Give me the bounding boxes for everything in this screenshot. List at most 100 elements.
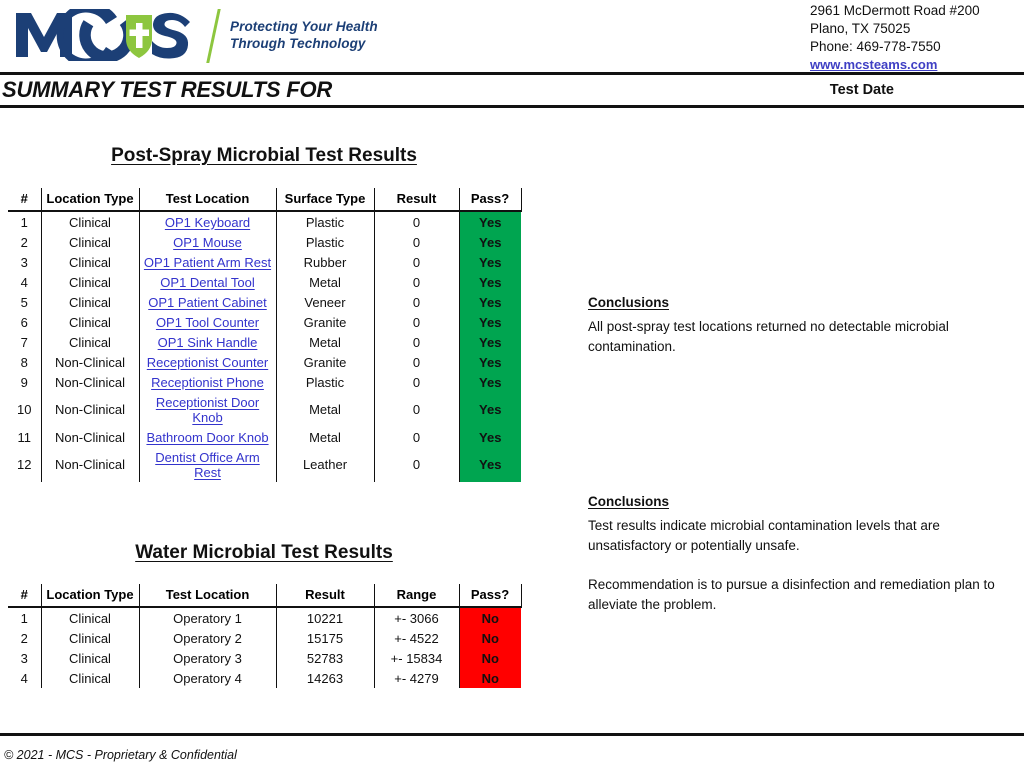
cell-location-type: Non-Clinical: [41, 352, 140, 372]
table-row: 6 Clinical OP1 Tool Counter Granite 0 Yes: [8, 312, 521, 332]
cell-test-location: Operatory 3: [139, 648, 277, 668]
cell-result: 0: [374, 332, 460, 352]
cell-test-location: OP1 Patient Arm Rest: [139, 252, 277, 272]
cell-num: 2: [8, 232, 42, 252]
table-row: 10 Non-Clinical Receptionist Door Knob Meta…: [8, 392, 521, 427]
copyright-text: © 2021 - MCS - Proprietary & Confidentia…: [4, 748, 237, 762]
cell-num: 2: [8, 628, 42, 648]
table-header-row: # Location Type Test Location Result Ran…: [8, 584, 522, 608]
test-location-link[interactable]: OP1 Patient Arm Rest: [144, 255, 271, 270]
cell-test-location: Receptionist Counter: [139, 352, 277, 372]
table-row: 4 Clinical Operatory 4 14263 +- 4279 No: [8, 668, 521, 688]
water-conclusions-text-2: Recommendation is to pursue a disinfecti…: [588, 577, 995, 612]
section-water: Water Microbial Test Results # Location …: [0, 482, 1024, 688]
cell-test-location: Dentist Office Arm Rest: [139, 447, 277, 482]
cell-surface-type: Veneer: [276, 292, 375, 312]
cell-pass-badge: Yes: [459, 272, 521, 292]
cell-result: 0: [374, 292, 460, 312]
post-spray-table: # Location Type Test Location Surface Ty…: [8, 188, 522, 482]
cell-num: 5: [8, 292, 42, 312]
cell-surface-type: Plastic: [276, 372, 375, 392]
col-header-location-type: Location Type: [41, 584, 140, 608]
cell-location-type: Clinical: [41, 628, 140, 648]
cell-range: +- 4522: [374, 628, 460, 648]
address-line-2: Plano, TX 75025: [810, 21, 911, 36]
cell-surface-type: Leather: [276, 447, 375, 482]
report-body: Post-Spray Microbial Test Results # Loca…: [0, 108, 1024, 688]
col-header-test-location: Test Location: [139, 584, 277, 608]
cell-num: 11: [8, 427, 42, 447]
cell-num: 6: [8, 312, 42, 332]
test-date-label: Test Date: [829, 82, 894, 98]
cell-result: 0: [374, 392, 460, 427]
cell-surface-type: Metal: [276, 272, 375, 292]
cell-range: +- 3066: [374, 607, 460, 628]
cell-result: 0: [374, 272, 460, 292]
cell-surface-type: Rubber: [276, 252, 375, 272]
cell-num: 9: [8, 372, 42, 392]
post-spray-conclusions-text: All post-spray test locations returned n…: [588, 319, 949, 354]
test-location-link[interactable]: Receptionist Phone: [151, 375, 264, 390]
cell-test-location: OP1 Mouse: [139, 232, 277, 252]
water-conclusions: Conclusions Test results indicate microb…: [588, 492, 1008, 615]
post-spray-conclusions: Conclusions All post-spray test location…: [588, 293, 1008, 357]
col-header-test-location: Test Location: [139, 188, 277, 212]
cell-pass-badge: Yes: [459, 427, 521, 447]
cell-test-location: OP1 Patient Cabinet: [139, 292, 277, 312]
table-row: 8 Non-Clinical Receptionist Counter Granite…: [8, 352, 521, 372]
cell-test-location: Operatory 2: [139, 628, 277, 648]
cell-num: 3: [8, 252, 42, 272]
table-header-row: # Location Type Test Location Surface Ty…: [8, 188, 522, 212]
contact-info: 2961 McDermott Road #200 Plano, TX 75025…: [810, 2, 1010, 74]
test-location-link[interactable]: Bathroom Door Knob: [146, 430, 268, 445]
mcs-wordmark-svg: [16, 9, 190, 61]
test-location-link[interactable]: OP1 Patient Cabinet: [148, 295, 267, 310]
cell-location-type: Clinical: [41, 668, 140, 688]
cell-num: 8: [8, 352, 42, 372]
cell-location-type: Non-Clinical: [41, 372, 140, 392]
cell-pass-badge: Yes: [459, 352, 521, 372]
test-location-link[interactable]: OP1 Dental Tool: [160, 275, 254, 290]
cell-surface-type: Granite: [276, 312, 375, 332]
table-row: 4 Clinical OP1 Dental Tool Metal 0 Yes: [8, 272, 521, 292]
cell-range: +- 15834: [374, 648, 460, 668]
water-table-body: 1 Clinical Operatory 1 10221 +- 3066 No 2 Clini…: [8, 607, 521, 688]
test-location-link[interactable]: Receptionist Door Knob: [156, 395, 259, 425]
test-location-link[interactable]: Receptionist Counter: [147, 355, 268, 370]
post-spray-conclusions-heading: Conclusions: [588, 295, 670, 310]
cell-test-location: Receptionist Phone: [139, 372, 277, 392]
brand-tagline: Protecting Your Health Through Technolog…: [230, 18, 378, 52]
test-location-link[interactable]: OP1 Tool Counter: [156, 315, 259, 330]
tagline-line-1: Protecting Your Health: [230, 19, 378, 34]
test-location-link[interactable]: OP1 Sink Handle: [158, 335, 258, 350]
website-link[interactable]: www.mcsteams.com: [810, 57, 937, 72]
col-header-num: #: [8, 584, 42, 608]
cell-surface-type: Granite: [276, 352, 375, 372]
logo-divider-slash: [198, 7, 228, 63]
water-conclusions-heading: Conclusions: [588, 494, 670, 509]
test-location-link[interactable]: Dentist Office Arm Rest: [155, 450, 260, 480]
cell-result: 10221: [276, 607, 375, 628]
table-row: 11 Non-Clinical Bathroom Door Knob Metal 0 Ye…: [8, 427, 521, 447]
cell-location-type: Clinical: [41, 607, 140, 628]
water-table: # Location Type Test Location Result Ran…: [8, 584, 522, 688]
cell-pass-badge: Yes: [459, 211, 521, 232]
test-location-link[interactable]: OP1 Mouse: [173, 235, 242, 250]
mcs-logo-mark: [14, 9, 192, 61]
post-spray-title: Post-Spray Microbial Test Results: [111, 145, 417, 166]
cell-pass-badge: Yes: [459, 372, 521, 392]
cell-pass-badge: Yes: [459, 312, 521, 332]
col-header-location-type: Location Type: [41, 188, 140, 212]
cell-num: 1: [8, 607, 42, 628]
cell-location-type: Clinical: [41, 332, 140, 352]
table-row: 2 Clinical OP1 Mouse Plastic 0 Yes: [8, 232, 521, 252]
table-row: 12 Non-Clinical Dentist Office Arm Rest Lea…: [8, 447, 521, 482]
page-title: SUMMARY TEST RESULTS FOR: [2, 77, 333, 102]
cell-pass-badge: Yes: [459, 392, 521, 427]
cell-num: 10: [8, 392, 42, 427]
cell-num: 12: [8, 447, 42, 482]
col-header-result: Result: [374, 188, 460, 212]
cell-result: 0: [374, 232, 460, 252]
cell-test-location: Operatory 1: [139, 607, 277, 628]
test-location-link[interactable]: OP1 Keyboard: [165, 215, 250, 230]
